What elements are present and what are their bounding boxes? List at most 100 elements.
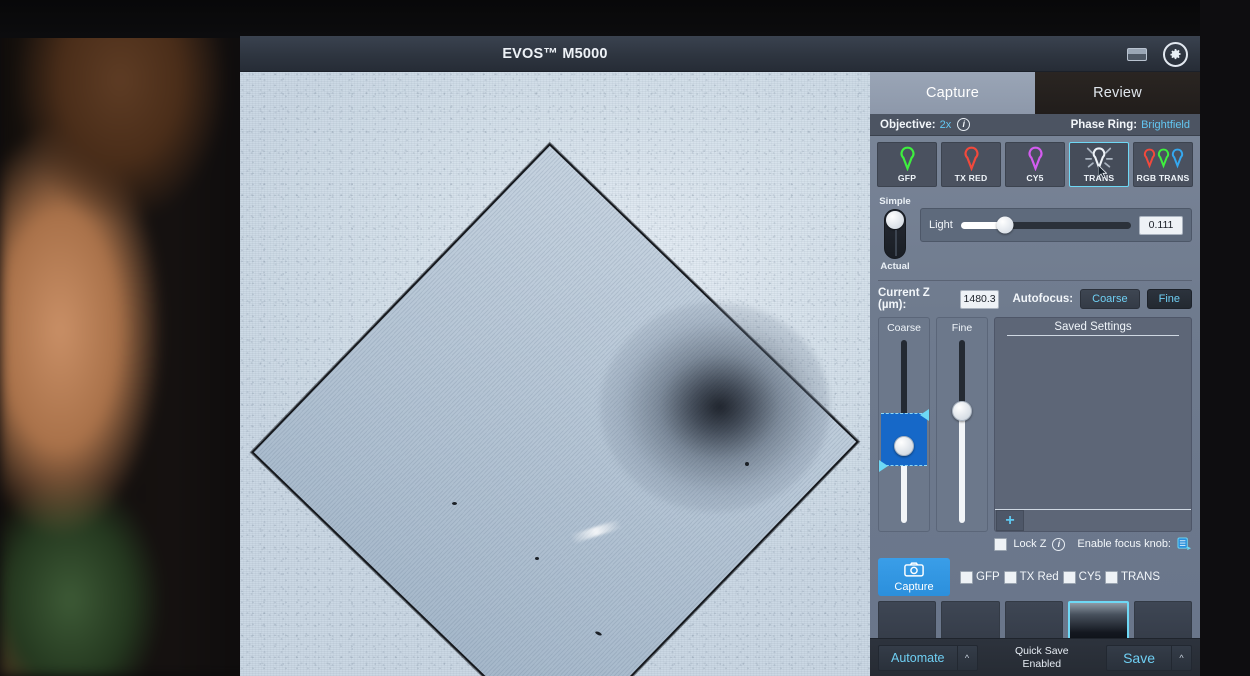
coarse-slider-thumb[interactable] [894,436,914,457]
panel-tabs: Capture Review [870,72,1200,114]
toggle-track[interactable] [884,209,906,259]
toggle-knob[interactable] [886,211,904,229]
saved-settings-footer: + [995,509,1191,531]
tab-review[interactable]: Review [1035,72,1200,114]
specimen-speck [535,557,539,560]
mouse-cursor-icon [1098,165,1107,178]
saved-settings-list[interactable] [995,336,1191,509]
fine-slider-track-lower[interactable] [959,408,965,523]
current-z-label: Current Z (µm): [878,287,930,311]
channel-label: RGB TRANS [1136,173,1190,183]
channel-button-rgb-trans[interactable]: RGB TRANS [1133,142,1193,187]
panel-footer: Automate ^ Quick Save Enabled Save ^ [870,638,1200,676]
tab-capture[interactable]: Capture [870,72,1035,114]
channel-button-gfp[interactable]: GFP [877,142,937,187]
add-saved-setting-button[interactable]: + [996,510,1024,531]
light-label: Light [929,219,953,231]
app-title: EVOS™ M5000 [502,46,608,62]
toggle-label-simple: Simple [879,196,911,207]
channel-label: CY5 [1026,173,1044,183]
specimen-dark-blob [600,302,830,512]
light-slider-thumb[interactable] [996,216,1014,234]
toggle-stem [895,230,897,256]
capture-button[interactable]: Capture [878,558,950,596]
range-handle-bottom-icon[interactable] [879,460,888,473]
phase-ring-value[interactable]: Brightfield [1141,119,1190,131]
photo-dark-right-band [1200,0,1250,676]
focus-and-settings-area: Coarse Fine Saved Settings + [870,317,1200,532]
chevron-up-icon[interactable]: ^ [1172,644,1192,671]
automate-button[interactable]: Automate [878,644,958,671]
fine-slider-label: Fine [951,322,973,334]
lock-z-label: Lock Z [1013,538,1047,550]
chevron-up-icon[interactable]: ^ [957,644,978,671]
z-position-row: Current Z (µm): 1480.3 Autofocus: Coarse… [870,281,1200,317]
capture-channel-checkboxes: GFP TX Red CY5 TRANS [960,570,1160,584]
capture-checkbox-trans[interactable]: TRANS [1105,570,1160,584]
light-slider[interactable] [960,216,1131,234]
light-slider-group: Light 0.111 [920,208,1192,242]
microscope-image-viewport[interactable] [240,72,870,676]
checkbox[interactable] [960,570,973,584]
save-button[interactable]: Save [1106,644,1172,671]
objective-label: Objective: [880,118,936,131]
capture-checkbox-tx-red[interactable]: TX Red [1003,570,1059,584]
checkbox[interactable] [1062,570,1076,584]
gear-icon[interactable] [1163,41,1188,67]
checkbox-label: CY5 [1078,571,1102,583]
channel-button-cy5[interactable]: CY5 [1005,142,1065,187]
saved-settings-panel: Saved Settings + [994,317,1192,532]
fine-focus-slider-group[interactable]: Fine [936,317,988,532]
fine-slider-track-upper[interactable] [959,340,965,409]
checkbox-label: TRANS [1121,571,1160,583]
focus-knob-label: Enable focus knob: [1077,538,1171,550]
fine-slider-thumb[interactable] [952,400,972,421]
capture-controls-row: Capture GFP TX Red CY5 TRANS [870,555,1200,601]
channel-button-tx-red[interactable]: TX RED [941,142,1001,187]
toggle-label-actual: Actual [880,261,910,272]
coarse-slider-track-wrap[interactable] [879,334,929,531]
checkbox-label: GFP [976,571,1000,583]
coarse-focus-slider-group[interactable]: Coarse [878,317,930,532]
current-z-input[interactable]: 1480.3 [959,289,1000,309]
lock-z-row: Lock Z i Enable focus knob: [870,532,1200,555]
light-control-row: Simple Actual Light 0.111 [870,192,1200,278]
window-icon[interactable] [1127,47,1147,61]
autofocus-fine-button[interactable]: Fine [1146,289,1192,309]
title-bar: EVOS™ M5000 [240,36,1200,72]
camera-icon [904,561,924,580]
checkbox[interactable] [1105,570,1119,584]
rgb-trans-bulb-icon [1143,143,1184,173]
quick-save-line1: Quick Save [1014,644,1069,657]
coarse-slider-label: Coarse [887,322,921,334]
capture-button-label: Capture [894,580,934,593]
fine-slider-track-wrap[interactable] [937,334,987,531]
simple-actual-toggle[interactable]: Simple Actual [878,196,912,272]
tx-red-bulb-icon [963,143,980,173]
checkbox[interactable] [1003,570,1017,584]
info-icon[interactable]: i [957,118,971,131]
evos-application-window: EVOS™ M5000 Capture Review Objective: 2x… [240,36,1200,676]
light-value-input[interactable]: 0.111 [1139,215,1183,235]
range-handle-top-icon[interactable] [920,408,929,421]
autofocus-coarse-button[interactable]: Coarse [1080,289,1140,309]
objective-value[interactable]: 2x [940,119,952,131]
control-panel: Capture Review Objective: 2x i Phase Rin… [870,72,1200,676]
focus-knob-icon[interactable] [1177,537,1192,551]
capture-checkbox-cy5[interactable]: CY5 [1062,570,1102,584]
cy5-bulb-icon [1027,143,1044,173]
gfp-bulb-icon [899,143,916,173]
specimen-speck [745,462,749,466]
specimen-speck [452,502,457,505]
channel-label: GFP [897,173,917,183]
autofocus-label: Autofocus: [1012,293,1074,305]
quick-save-status: Quick Save Enabled [984,645,1101,670]
lock-z-checkbox[interactable] [994,537,1008,551]
info-icon[interactable]: i [1052,537,1066,551]
automate-split-button[interactable]: Automate ^ [878,644,978,671]
phase-ring-label: Phase Ring: [1070,118,1138,131]
capture-checkbox-gfp[interactable]: GFP [960,570,1000,584]
save-split-button[interactable]: Save ^ [1106,644,1192,671]
photo-dark-top-band [0,0,1250,38]
channel-button-trans[interactable]: TRANS [1069,142,1129,187]
